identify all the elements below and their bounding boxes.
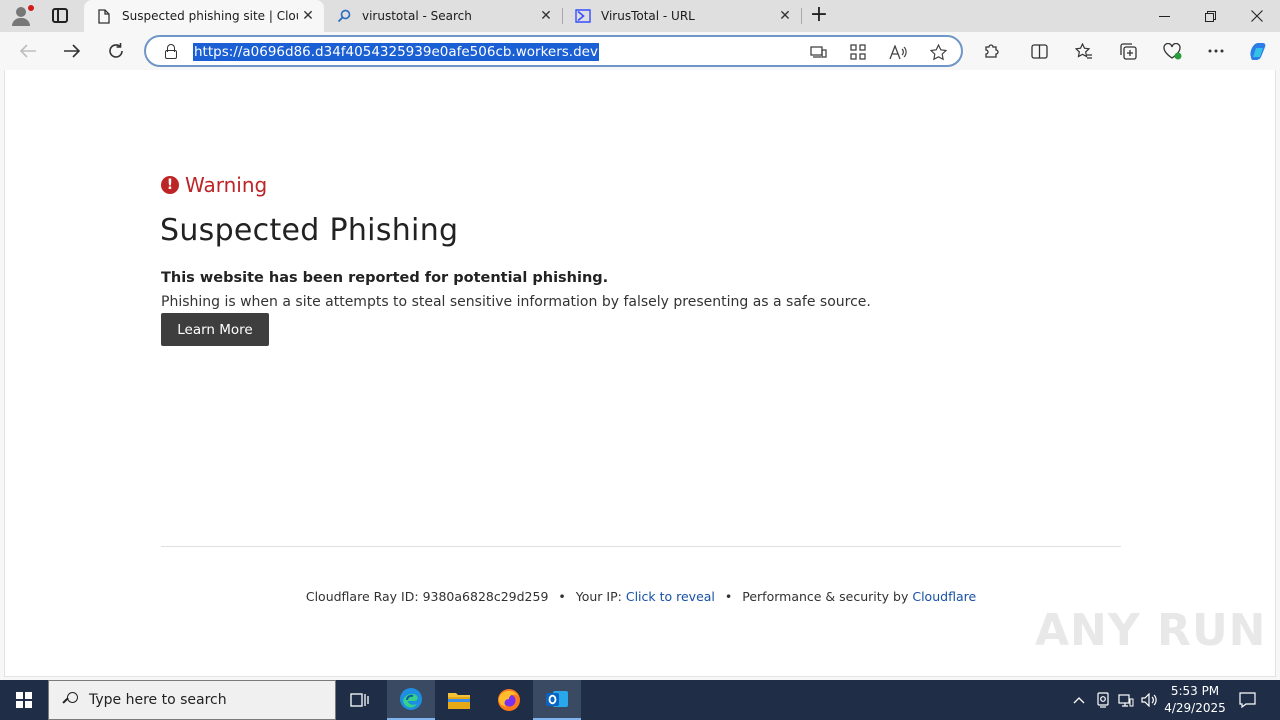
tab-separator bbox=[801, 8, 802, 24]
address-bar[interactable]: https://a0696d86.d34f4054325939e0afe506c… bbox=[144, 35, 963, 67]
performance-label: Performance & security by bbox=[742, 589, 909, 604]
firefox-icon[interactable] bbox=[485, 680, 533, 720]
more-dots-icon bbox=[1208, 49, 1224, 53]
warning-banner: ! Warning bbox=[161, 173, 267, 197]
tab-strip: Suspected phishing site | Cloudfl ✕ viru… bbox=[0, 0, 1280, 32]
close-tab-icon[interactable]: ✕ bbox=[536, 6, 556, 26]
split-screen-icon bbox=[1030, 43, 1048, 59]
file-explorer-icon[interactable] bbox=[435, 680, 483, 720]
close-icon bbox=[1251, 10, 1263, 22]
description-text: Phishing is when a site attempts to stea… bbox=[161, 294, 871, 310]
favorite-star-icon[interactable] bbox=[928, 42, 948, 62]
favorites-button[interactable] bbox=[1071, 38, 1097, 64]
forward-button[interactable] bbox=[59, 38, 85, 64]
ip-label: Your IP: bbox=[575, 589, 622, 604]
network-icon[interactable] bbox=[1116, 680, 1136, 720]
ray-id-label: Cloudflare Ray ID: bbox=[305, 589, 419, 604]
restore-icon bbox=[1204, 10, 1216, 22]
refresh-icon bbox=[109, 43, 123, 58]
reveal-ip-link[interactable]: Click to reveal bbox=[626, 589, 715, 604]
warning-label: Warning bbox=[185, 173, 268, 197]
copilot-button[interactable] bbox=[1245, 38, 1271, 64]
footer-bullet: • bbox=[558, 589, 566, 604]
footer: Cloudflare Ray ID: 9380a6828c29d259 • Yo… bbox=[5, 589, 1277, 604]
refresh-button[interactable] bbox=[103, 38, 129, 64]
url-text[interactable]: https://a0696d86.d34f4054325939e0afe506c… bbox=[193, 43, 599, 61]
copilot-icon bbox=[1250, 43, 1266, 60]
restore-button[interactable] bbox=[1187, 0, 1233, 32]
edge-icon[interactable] bbox=[387, 680, 435, 720]
show-hidden-icons-chevron-icon[interactable] bbox=[1068, 680, 1090, 720]
close-window-button[interactable] bbox=[1234, 0, 1280, 32]
search-icon bbox=[336, 8, 352, 24]
page-title: Suspected Phishing bbox=[160, 213, 459, 248]
clock-time: 5:53 PM bbox=[1170, 684, 1220, 698]
heart-pulse-icon bbox=[1162, 42, 1181, 59]
tab-title: VirusTotal - URL bbox=[601, 9, 695, 23]
meet-now-icon[interactable] bbox=[1093, 680, 1113, 720]
back-arrow-icon bbox=[19, 44, 36, 58]
settings-more-button[interactable] bbox=[1203, 38, 1229, 64]
forward-arrow-icon bbox=[64, 44, 81, 58]
favorites-icon bbox=[1075, 42, 1092, 59]
back-button[interactable] bbox=[15, 38, 41, 64]
tab-phishing[interactable]: Suspected phishing site | Cloudfl ✕ bbox=[84, 0, 324, 32]
minimize-button[interactable] bbox=[1141, 0, 1187, 32]
browser-toolbar: https://a0696d86.d34f4054325939e0afe506c… bbox=[0, 32, 1280, 70]
learn-more-button[interactable]: Learn More bbox=[161, 313, 269, 346]
outlook-icon[interactable] bbox=[533, 680, 581, 720]
page-icon bbox=[96, 8, 112, 24]
collections-icon bbox=[1119, 42, 1137, 60]
new-tab-button[interactable]: + bbox=[808, 4, 830, 26]
browser-essentials-button[interactable] bbox=[1159, 38, 1185, 64]
volume-icon[interactable] bbox=[1140, 680, 1160, 720]
read-aloud-icon[interactable] bbox=[888, 42, 908, 62]
tab-actions-icon[interactable] bbox=[52, 8, 68, 23]
windows-logo-icon bbox=[16, 692, 32, 708]
device-icon[interactable] bbox=[808, 42, 828, 62]
close-tab-icon[interactable]: ✕ bbox=[775, 6, 795, 26]
taskbar: Type here to search 5:53 PM 4/29/2025 bbox=[0, 680, 1280, 720]
tab-title: virustotal - Search bbox=[362, 9, 472, 23]
extensions-button[interactable] bbox=[978, 38, 1004, 64]
taskbar-search-box[interactable]: Type here to search bbox=[48, 680, 336, 720]
puzzle-icon bbox=[984, 43, 999, 58]
search-icon bbox=[62, 692, 79, 708]
split-screen-button[interactable] bbox=[1026, 38, 1052, 64]
anyrun-watermark: ANY RUN bbox=[1035, 605, 1267, 656]
tab-virustotal-url[interactable]: VirusTotal - URL ✕ bbox=[563, 0, 801, 32]
lead-text: This website has been reported for poten… bbox=[161, 270, 609, 286]
collections-button[interactable] bbox=[1115, 38, 1141, 64]
task-view-icon[interactable] bbox=[336, 680, 384, 720]
notifications-icon[interactable] bbox=[1236, 680, 1258, 720]
profile-avatar-icon[interactable] bbox=[8, 4, 34, 28]
footer-bullet: • bbox=[724, 589, 733, 604]
app-grid-icon[interactable] bbox=[848, 42, 868, 62]
minimize-icon bbox=[1158, 15, 1170, 17]
close-tab-icon[interactable]: ✕ bbox=[298, 6, 318, 26]
tab-virustotal-search[interactable]: virustotal - Search ✕ bbox=[324, 0, 562, 32]
ray-id: 9380a6828c29d259 bbox=[422, 589, 549, 604]
search-placeholder: Type here to search bbox=[89, 692, 227, 708]
cloudflare-link[interactable]: Cloudflare bbox=[912, 589, 976, 604]
page-viewport: ! Warning Suspected Phishing This websit… bbox=[4, 70, 1276, 677]
virustotal-icon bbox=[575, 8, 591, 24]
clock-date: 4/29/2025 bbox=[1164, 701, 1226, 715]
lock-icon[interactable] bbox=[164, 44, 178, 60]
tab-title: Suspected phishing site | Cloudfl bbox=[122, 9, 298, 23]
footer-divider bbox=[161, 546, 1121, 547]
system-clock[interactable]: 5:53 PM 4/29/2025 bbox=[1160, 683, 1230, 717]
warning-icon: ! bbox=[161, 176, 179, 194]
start-button[interactable] bbox=[0, 680, 48, 720]
